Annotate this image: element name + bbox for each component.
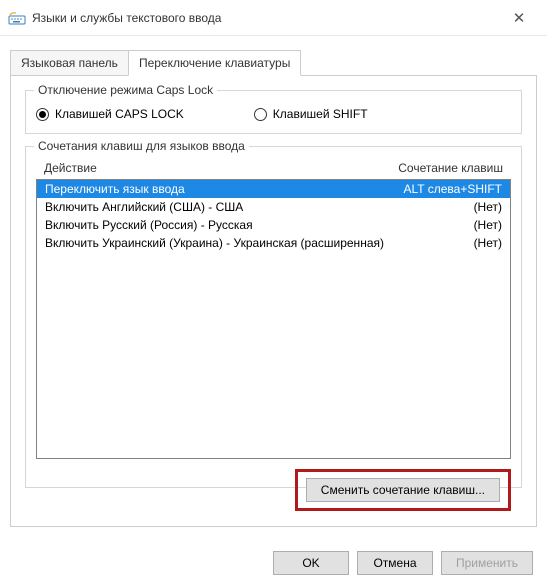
hotkey-action: Включить Украинский (Украина) - Украинск…	[45, 236, 466, 250]
hotkey-combo: (Нет)	[466, 218, 502, 232]
dialog-footer: OK Отмена Применить	[273, 551, 533, 575]
window-title: Языки и службы текстового ввода	[32, 11, 499, 25]
tab-strip: Языковая панель Переключение клавиатуры	[10, 50, 537, 76]
col-combo: Сочетание клавиш	[398, 161, 503, 175]
hotkey-combo: (Нет)	[466, 236, 502, 250]
radio-caps-lock[interactable]: Клавишей CAPS LOCK	[36, 107, 184, 121]
tab-panel: Отключение режима Caps Lock Клавишей CAP…	[10, 75, 537, 527]
radio-label: Клавишей CAPS LOCK	[55, 107, 184, 121]
hotkey-action: Включить Русский (Россия) - Русская	[45, 218, 466, 232]
radio-label: Клавишей SHIFT	[273, 107, 368, 121]
hotkey-row[interactable]: Включить Английский (США) - США(Нет)	[37, 198, 510, 216]
hotkey-combo: (Нет)	[466, 200, 502, 214]
hotkeys-header: Действие Сочетание клавиш	[36, 157, 511, 179]
cancel-button[interactable]: Отмена	[357, 551, 433, 575]
hotkey-row[interactable]: Включить Русский (Россия) - Русская(Нет)	[37, 216, 510, 234]
change-hotkey-button[interactable]: Сменить сочетание клавиш...	[306, 478, 500, 502]
hotkey-row[interactable]: Переключить язык вводаALT слева+SHIFT	[37, 180, 510, 198]
radio-dot-icon	[254, 108, 267, 121]
ok-button[interactable]: OK	[273, 551, 349, 575]
tab-keyboard-switching[interactable]: Переключение клавиатуры	[128, 50, 301, 76]
title-bar: Языки и службы текстового ввода ✕	[0, 0, 547, 36]
capslock-radios: Клавишей CAPS LOCK Клавишей SHIFT	[36, 107, 511, 121]
hotkeys-list[interactable]: Переключить язык вводаALT слева+SHIFTВкл…	[36, 179, 511, 459]
highlight-box: Сменить сочетание клавиш...	[295, 469, 511, 511]
capslock-legend: Отключение режима Caps Lock	[34, 83, 217, 97]
hotkeys-legend: Сочетания клавиш для языков ввода	[34, 139, 249, 153]
hotkey-row[interactable]: Включить Украинский (Украина) - Украинск…	[37, 234, 510, 252]
tab-language-panel[interactable]: Языковая панель	[10, 50, 129, 76]
apply-button[interactable]: Применить	[441, 551, 533, 575]
hotkey-action: Переключить язык ввода	[45, 182, 396, 196]
keyboard-icon	[8, 11, 26, 25]
close-icon[interactable]: ✕	[499, 9, 539, 27]
hotkey-action: Включить Английский (США) - США	[45, 200, 466, 214]
tab-container: Языковая панель Переключение клавиатуры …	[10, 50, 537, 527]
radio-shift[interactable]: Клавишей SHIFT	[254, 107, 368, 121]
col-action: Действие	[44, 161, 398, 175]
hotkeys-fieldset: Сочетания клавиш для языков ввода Действ…	[25, 146, 522, 488]
change-button-area: Сменить сочетание клавиш...	[36, 469, 511, 511]
capslock-fieldset: Отключение режима Caps Lock Клавишей CAP…	[25, 90, 522, 134]
radio-dot-icon	[36, 108, 49, 121]
hotkey-combo: ALT слева+SHIFT	[396, 182, 503, 196]
